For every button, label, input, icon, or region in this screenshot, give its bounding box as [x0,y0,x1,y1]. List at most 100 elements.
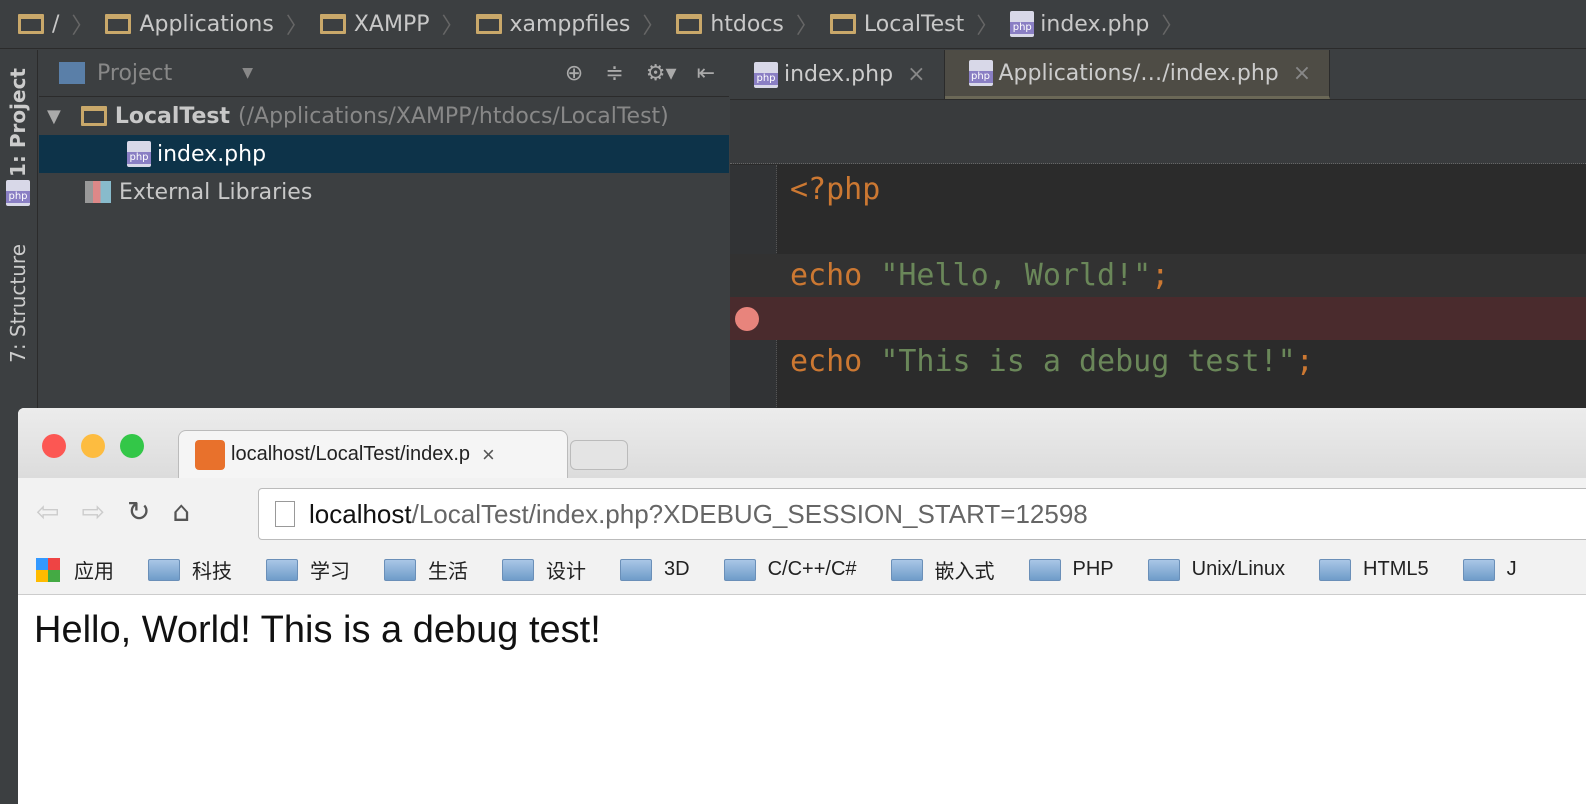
xampp-favicon [195,439,225,470]
bookmark-folder[interactable]: 生活 [384,555,468,584]
breakpoint-icon[interactable] [735,307,759,331]
folder-icon [384,558,416,581]
bookmark-folder[interactable]: 科技 [148,555,232,584]
locate-icon[interactable]: ⊕ [565,61,583,86]
chevron-icon: 〉 [441,14,464,39]
new-tab-button[interactable] [570,440,628,470]
close-icon[interactable]: × [1293,61,1311,86]
bookmark-folder[interactable]: PHP [1028,558,1114,581]
project-view-selector[interactable]: Project [97,61,172,86]
folder-icon [266,558,298,581]
php-file-icon [127,141,151,167]
browser-tab[interactable]: localhost/LocalTest/index.p × [178,430,568,478]
folder-icon [18,14,44,34]
bookmark-label: J [1506,558,1517,580]
php-file-icon [968,60,993,86]
bookmark-label: 3D [664,558,690,580]
editor-header-area [730,100,1586,164]
bookmark-folder[interactable]: C/C++/C# [723,558,857,581]
code-line-breakpoint[interactable] [730,297,1586,340]
crumb-label: htdocs [710,11,784,37]
tab-index-php[interactable]: index.php × [730,50,945,99]
collapse-all-icon[interactable]: ≑ [605,61,623,86]
project-tool-button[interactable]: 1: Project [6,68,30,177]
bookmark-label: PHP [1072,558,1114,580]
maximize-window-button[interactable] [120,434,144,458]
tab-label: index.php [784,62,894,87]
bookmark-folder[interactable]: 嵌入式 [890,555,995,584]
code-line[interactable]: echo "This is a debug test!"; [730,340,1586,383]
bookmark-label: 嵌入式 [934,561,995,583]
crumb-xamppfiles[interactable]: xamppfiles 〉 [475,0,677,48]
code-keyword: <?php [790,172,881,207]
folder-icon [319,14,346,34]
address-bar[interactable]: localhost/LocalTest/index.php?XDEBUG_SES… [258,488,1586,540]
crumb-index[interactable]: index.php 〉 [1010,0,1195,48]
code-line[interactable]: <?php [730,168,1586,211]
hide-panel-icon[interactable]: ⇤ [697,61,715,86]
folder-icon [620,558,652,581]
dropdown-arrow-icon[interactable]: ▼ [242,65,253,81]
folder-icon [1028,558,1061,581]
crumb-label: Applications [139,11,274,37]
bookmark-label: 应用 [74,561,114,583]
crumb-applications[interactable]: Applications 〉 [105,0,319,48]
bookmark-folder[interactable]: HTML5 [1319,558,1429,581]
close-icon[interactable]: × [907,62,925,87]
folder-icon [1319,558,1352,581]
code-keyword: echo [790,344,881,379]
home-icon[interactable]: ⌂ [172,495,190,528]
tree-label: index.php [157,141,267,167]
folder-icon [1147,558,1180,581]
minimize-window-button[interactable] [81,434,105,458]
tree-item-index-php[interactable]: index.php [39,135,729,173]
bookmark-label: 生活 [428,561,468,583]
tree-item-localtest[interactable]: ▼ LocalTest (/Applications/XAMPP/htdocs/… [39,97,729,135]
forward-icon[interactable]: ⇨ [81,495,104,528]
apps-grid-icon [36,557,60,582]
folder-icon [148,558,180,581]
page-content: Hello, World! This is a debug test! [34,609,601,651]
chevron-icon: 〉 [285,14,308,39]
bookmark-folder[interactable]: 3D [620,558,690,581]
crumb-root[interactable]: / 〉 [18,0,105,48]
crumb-xampp[interactable]: XAMPP 〉 [319,0,476,48]
project-panel: Project ▼ ⊕ ≑ ⚙▾ ⇤ ▼ LocalTest (/Applica… [39,50,729,408]
crumb-localtest[interactable]: LocalTest 〉 [829,0,1010,48]
crumb-label: LocalTest [863,11,965,37]
code-string: "This is a debug test!" [880,344,1296,379]
url-host: localhost [309,498,412,529]
structure-tool-button[interactable]: 7: Structure [6,244,30,363]
bookmark-folder[interactable]: 学习 [266,555,350,584]
code-punct: ; [1151,258,1170,293]
chevron-icon: 〉 [642,14,665,39]
gear-icon[interactable]: ⚙▾ [646,61,677,86]
close-window-button[interactable] [42,434,66,458]
php-file-icon [1010,11,1035,37]
close-tab-icon[interactable]: × [482,442,495,468]
bookmark-apps[interactable]: 应用 [36,555,114,584]
tree-item-external-libraries[interactable]: External Libraries [39,173,729,211]
back-icon[interactable]: ⇦ [36,495,59,528]
code-line[interactable] [730,211,1586,254]
chevron-icon: 〉 [71,14,94,39]
bookmark-folder[interactable]: Unix/Linux [1147,558,1285,581]
expand-arrow-icon[interactable]: ▼ [47,106,61,127]
bookmark-folder[interactable]: J [1462,558,1517,581]
code-string: "Hello, World!" [880,258,1152,293]
code-area[interactable]: <?php echo "Hello, World!"; echo "This i… [730,164,1586,383]
bookmark-folder[interactable]: 设计 [502,555,586,584]
tab-title: localhost/LocalTest/index.p [231,443,471,465]
reload-icon[interactable]: ↻ [127,495,150,528]
folder-icon [676,14,703,34]
tab-applications-index-php[interactable]: Applications/…/index.php × [944,50,1331,99]
crumb-htdocs[interactable]: htdocs 〉 [676,0,830,48]
page-icon [275,501,295,527]
code-line-current[interactable]: echo "Hello, World!"; [730,254,1586,297]
folder-icon [80,106,107,126]
tree-label: LocalTest [114,103,231,129]
folder-icon [475,14,502,34]
crumb-label: index.php [1040,11,1150,37]
chevron-icon: 〉 [795,14,818,39]
folder-icon [502,558,534,581]
